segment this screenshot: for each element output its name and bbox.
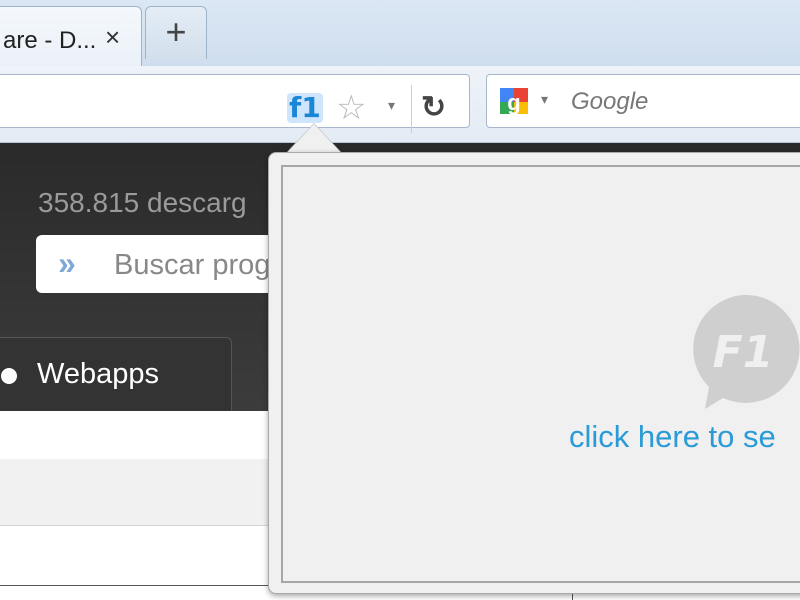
svg-text:g: g — [507, 90, 520, 115]
nav-toolbar: f1 ☆ ▾ ↻ g ▾ — [0, 66, 800, 143]
new-tab-button[interactable]: + — [145, 6, 207, 59]
search-input[interactable] — [569, 85, 800, 119]
star-icon[interactable]: ☆ — [336, 89, 366, 127]
download-count: 358.815 descarg — [38, 187, 247, 218]
popup-link[interactable]: click here to se — [569, 419, 776, 455]
search-bar[interactable]: g ▾ — [486, 74, 800, 128]
tab-strip: are - D... × + — [0, 0, 800, 67]
address-bar[interactable]: f1 ☆ ▾ ↻ — [0, 74, 470, 133]
svg-text:F1: F1 — [713, 327, 774, 378]
popup-content: F1 click here to se — [281, 165, 800, 583]
f1-extension-icon[interactable]: f1 — [287, 93, 323, 123]
google-icon[interactable]: g — [497, 84, 531, 118]
reload-icon[interactable]: ↻ — [421, 89, 446, 127]
chevron-down-icon[interactable]: ▾ — [541, 91, 548, 108]
f1-logo-icon: F1 — [693, 294, 800, 409]
popup-arrow — [286, 124, 342, 154]
close-icon[interactable]: × — [105, 23, 120, 51]
browser-tab[interactable]: are - D... × — [0, 6, 142, 67]
chevrons-icon: » — [58, 245, 76, 281]
extension-popup: F1 click here to se — [268, 152, 800, 594]
tab-webapps[interactable]: Webapps — [0, 337, 232, 412]
bullet-icon — [1, 368, 17, 384]
tab-title: are - D... — [3, 27, 97, 54]
chevron-down-icon[interactable]: ▾ — [388, 97, 395, 114]
separator — [411, 85, 412, 133]
tab-label: Webapps — [37, 358, 159, 390]
